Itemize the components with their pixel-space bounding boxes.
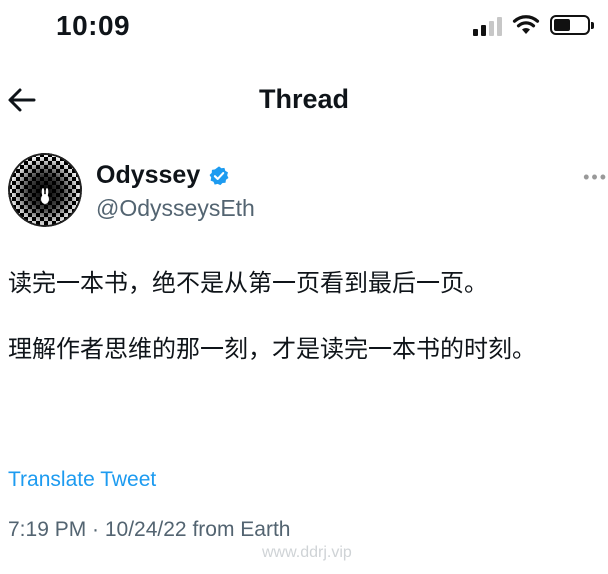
cellular-signal-icon xyxy=(473,14,502,36)
status-bar: 10:09 xyxy=(0,0,608,56)
tweet-text: 读完一本书，绝不是从第一页看到最后一页。 理解作者思维的那一刻，才是读完一本书的… xyxy=(8,266,598,368)
display-name[interactable]: Odyssey xyxy=(96,161,200,190)
page-title: Thread xyxy=(258,84,350,114)
status-time: 10:09 xyxy=(56,10,131,41)
name-row: Odyssey xyxy=(96,161,230,190)
wifi-icon xyxy=(512,15,540,34)
translate-tweet-link[interactable]: Translate Tweet xyxy=(8,468,156,492)
avatar-image xyxy=(8,153,82,227)
battery-level xyxy=(554,19,570,31)
status-icons xyxy=(473,14,594,36)
battery-icon xyxy=(550,15,594,35)
tweet-paragraph: 理解作者思维的那一刻，才是读完一本书的时刻。 xyxy=(8,336,536,363)
tweet-author: Odyssey @OdysseysEth ••• xyxy=(8,153,608,233)
more-options-icon[interactable]: ••• xyxy=(583,167,608,188)
tweet-timestamp: 7:19 PM · 10/24/22 from Earth xyxy=(8,518,291,541)
top-navigation: Thread xyxy=(0,78,608,122)
tweet-paragraph: 读完一本书，绝不是从第一页看到最后一页。 xyxy=(8,270,488,297)
avatar[interactable] xyxy=(8,153,82,227)
user-handle[interactable]: @OdysseysEth xyxy=(96,195,255,222)
watermark: www.ddrj.vip xyxy=(262,544,352,561)
verified-badge-icon xyxy=(209,165,229,185)
